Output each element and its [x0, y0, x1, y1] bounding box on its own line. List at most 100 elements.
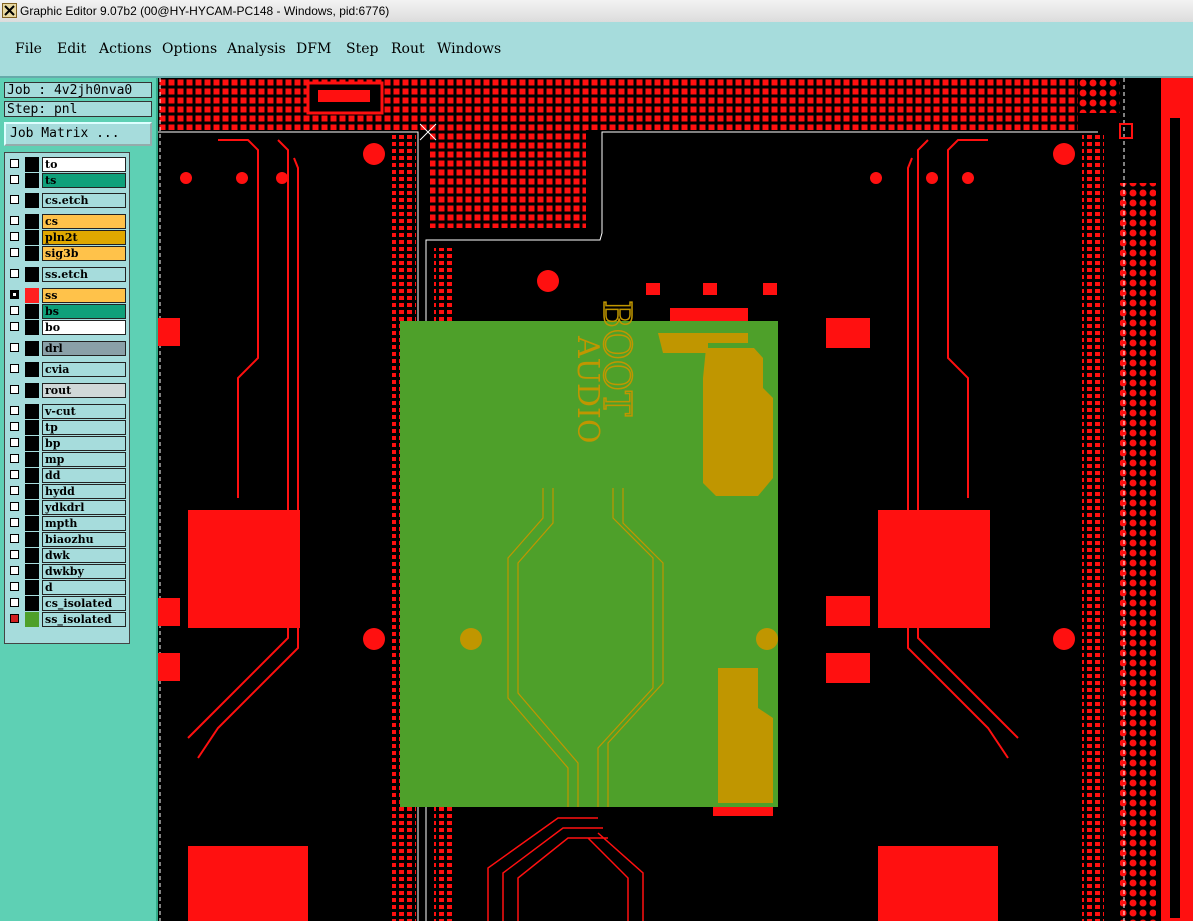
layer-name[interactable]: tp — [42, 420, 126, 435]
layer-row-dd[interactable]: dd — [7, 468, 127, 483]
layer-color-swatch[interactable] — [25, 404, 39, 419]
layer-color-swatch[interactable] — [25, 157, 39, 172]
layer-color-swatch[interactable] — [25, 288, 39, 303]
layer-checkbox[interactable] — [10, 290, 19, 299]
app-icon[interactable] — [2, 3, 17, 18]
menu-actions[interactable]: Actions — [99, 41, 152, 57]
layer-row-mpth[interactable]: mpth — [7, 516, 127, 531]
layer-row-dwk[interactable]: dwk — [7, 548, 127, 563]
layer-name[interactable]: dd — [42, 468, 126, 483]
layer-name[interactable]: cs — [42, 214, 126, 229]
layer-checkbox[interactable] — [10, 306, 19, 315]
layer-checkbox[interactable] — [10, 438, 19, 447]
layer-checkbox[interactable] — [10, 454, 19, 463]
layer-name[interactable]: cs_isolated — [42, 596, 126, 611]
layer-name[interactable]: cvia — [42, 362, 126, 377]
layer-row-to[interactable]: to — [7, 157, 127, 172]
layer-color-swatch[interactable] — [25, 230, 39, 245]
layer-checkbox[interactable] — [10, 518, 19, 527]
layer-color-swatch[interactable] — [25, 436, 39, 451]
layer-name[interactable]: ss_isolated — [42, 612, 126, 627]
layer-name[interactable]: ts — [42, 173, 126, 188]
layer-row-ydkdrl[interactable]: ydkdrl — [7, 500, 127, 515]
layer-name[interactable]: ydkdrl — [42, 500, 126, 515]
layer-checkbox[interactable] — [10, 566, 19, 575]
menu-dfm[interactable]: DFM — [296, 41, 331, 57]
layer-name[interactable]: d — [42, 580, 126, 595]
layer-checkbox[interactable] — [10, 343, 19, 352]
layer-name[interactable]: pln2t — [42, 230, 126, 245]
layer-row-rout[interactable]: rout — [7, 383, 127, 398]
layer-checkbox[interactable] — [10, 175, 19, 184]
layer-name[interactable]: sig3b — [42, 246, 126, 261]
layer-color-swatch[interactable] — [25, 383, 39, 398]
layer-name[interactable]: mp — [42, 452, 126, 467]
layer-color-swatch[interactable] — [25, 580, 39, 595]
layer-name[interactable]: bp — [42, 436, 126, 451]
layer-name[interactable]: ss.etch — [42, 267, 126, 282]
layer-checkbox[interactable] — [10, 534, 19, 543]
layer-color-swatch[interactable] — [25, 246, 39, 261]
menu-options[interactable]: Options — [162, 41, 217, 57]
layer-checkbox[interactable] — [10, 385, 19, 394]
layer-checkbox[interactable] — [10, 322, 19, 331]
layer-row-mp[interactable]: mp — [7, 452, 127, 467]
layer-name[interactable]: dwkby — [42, 564, 126, 579]
layer-checkbox[interactable] — [10, 364, 19, 373]
layer-row-sig3b[interactable]: sig3b — [7, 246, 127, 261]
layer-color-swatch[interactable] — [25, 304, 39, 319]
layer-color-swatch[interactable] — [25, 362, 39, 377]
layer-color-swatch[interactable] — [25, 267, 39, 282]
layer-name[interactable]: drl — [42, 341, 126, 356]
layer-row-ts[interactable]: ts — [7, 173, 127, 188]
layer-name[interactable]: biaozhu — [42, 532, 126, 547]
menu-analysis[interactable]: Analysis — [227, 41, 286, 57]
layer-color-swatch[interactable] — [25, 596, 39, 611]
layer-checkbox[interactable] — [10, 422, 19, 431]
layer-row-v-cut[interactable]: v-cut — [7, 404, 127, 419]
layer-name[interactable]: rout — [42, 383, 126, 398]
layer-row-bs[interactable]: bs — [7, 304, 127, 319]
menu-step[interactable]: Step — [346, 41, 378, 57]
menu-file[interactable]: File — [15, 41, 42, 57]
layer-row-d[interactable]: d — [7, 580, 127, 595]
layer-name[interactable]: hydd — [42, 484, 126, 499]
layer-checkbox[interactable] — [10, 406, 19, 415]
layer-color-swatch[interactable] — [25, 341, 39, 356]
layer-checkbox[interactable] — [10, 598, 19, 607]
layer-checkbox[interactable] — [10, 550, 19, 559]
layer-name[interactable]: ss — [42, 288, 126, 303]
layer-color-swatch[interactable] — [25, 612, 39, 627]
layer-color-swatch[interactable] — [25, 532, 39, 547]
layer-name[interactable]: dwk — [42, 548, 126, 563]
layer-name[interactable]: bs — [42, 304, 126, 319]
layer-row-cs-etch[interactable]: cs.etch — [7, 193, 127, 208]
layer-name[interactable]: mpth — [42, 516, 126, 531]
layer-color-swatch[interactable] — [25, 516, 39, 531]
layer-name[interactable]: bo — [42, 320, 126, 335]
layer-checkbox[interactable] — [10, 216, 19, 225]
layer-color-swatch[interactable] — [25, 452, 39, 467]
layer-row-tp[interactable]: tp — [7, 420, 127, 435]
layer-checkbox[interactable] — [10, 269, 19, 278]
menu-rout[interactable]: Rout — [391, 41, 425, 57]
layer-color-swatch[interactable] — [25, 214, 39, 229]
layer-color-swatch[interactable] — [25, 548, 39, 563]
layer-row-cs[interactable]: cs — [7, 214, 127, 229]
layer-color-swatch[interactable] — [25, 193, 39, 208]
layer-row-bo[interactable]: bo — [7, 320, 127, 335]
layer-checkbox[interactable] — [10, 159, 19, 168]
layer-checkbox[interactable] — [10, 470, 19, 479]
layer-checkbox[interactable] — [10, 502, 19, 511]
layer-color-swatch[interactable] — [25, 173, 39, 188]
layer-row-ss-isolated[interactable]: ss_isolated — [7, 612, 127, 627]
layer-color-swatch[interactable] — [25, 468, 39, 483]
board-canvas[interactable]: AUDIO BOOT — [158, 78, 1193, 921]
layer-checkbox[interactable] — [10, 248, 19, 257]
layer-row-ss[interactable]: ss — [7, 288, 127, 303]
layer-name[interactable]: v-cut — [42, 404, 126, 419]
layer-name[interactable]: to — [42, 157, 126, 172]
layer-checkbox[interactable] — [10, 486, 19, 495]
layer-checkbox[interactable] — [10, 582, 19, 591]
layer-color-swatch[interactable] — [25, 500, 39, 515]
